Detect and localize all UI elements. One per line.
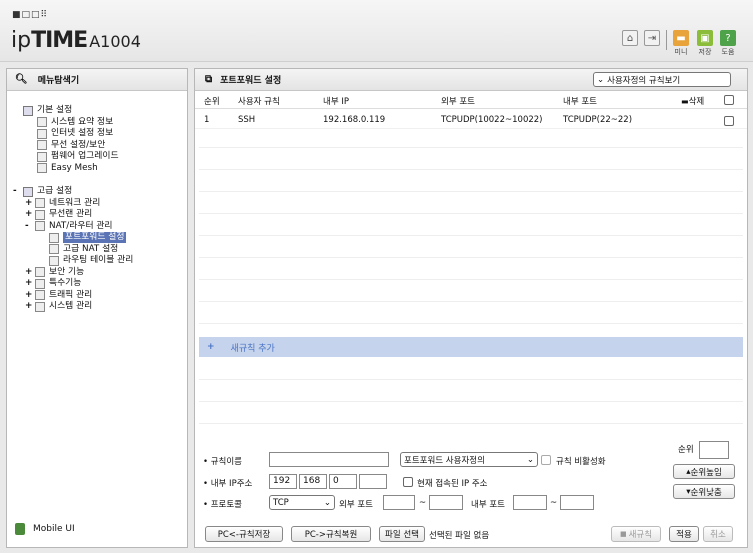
apply-button[interactable]: 적용: [669, 526, 699, 542]
mobile-ui-link[interactable]: Mobile UI: [15, 523, 75, 535]
tree-item-traffic[interactable]: + 트래픽 관리: [13, 290, 133, 302]
table-header: 순위 사용자 규칙 내부 IP 외부 포트 내부 포트 ▬삭제: [195, 92, 747, 109]
rule-name-input[interactable]: [269, 452, 389, 467]
ip-octet-1-input[interactable]: 192: [269, 474, 297, 489]
chevron-down-icon: ⌄: [323, 497, 331, 508]
rank-input[interactable]: [699, 441, 729, 459]
tree-item-advanced-settings[interactable]: - 고급 설정: [13, 186, 133, 198]
int-port-start-input[interactable]: [513, 495, 547, 510]
wireless-icon: [37, 140, 47, 151]
header-bar: ■□□⠿ ipTIME A1004 ⌂ ⇥ ▬ 미니 ▣ 저장 ? 도움: [0, 0, 753, 62]
rule-name-label: • 규칙이름: [203, 457, 242, 467]
toolbar-divider: [666, 30, 667, 50]
menu-explorer-header: 🔍︎ 메뉴탐색기: [7, 69, 187, 91]
disable-rule-checkbox[interactable]: [541, 455, 551, 465]
tree-item-system-summary[interactable]: 시스템 요약 정보: [13, 117, 133, 129]
logout-button[interactable]: ⇥: [644, 30, 660, 46]
ip-octet-3-input[interactable]: 0: [329, 474, 357, 489]
upgrade-icon: [37, 151, 47, 162]
page-icon: [49, 232, 59, 243]
menu-tree: 기본 설정 시스템 요약 정보 인터넷 설정 정보 무선 설정/보안 펌웨어 업…: [13, 105, 133, 313]
tree-item-routing-table[interactable]: 라우팅 테이블 관리: [13, 255, 133, 267]
help-button[interactable]: ? 도움: [720, 30, 736, 57]
page-icon: [49, 244, 59, 255]
chart-icon: [37, 117, 47, 128]
plus-icon: +: [207, 342, 215, 352]
lock-icon: [35, 267, 45, 278]
new-icon: ■: [619, 530, 627, 538]
model-name: A1004: [89, 32, 141, 51]
network-icon: [35, 198, 45, 209]
magnifier-icon: 🔍︎: [15, 74, 28, 85]
protocol-label: • 프로토콜: [203, 500, 242, 510]
tree-item-firmware-upgrade[interactable]: 펌웨어 업그레이드: [13, 151, 133, 163]
ext-port-start-input[interactable]: [383, 495, 415, 510]
mesh-icon: [37, 163, 47, 174]
ip-octet-2-input[interactable]: 168: [299, 474, 327, 489]
folder-advanced-icon: [23, 186, 33, 197]
help-icon: ?: [720, 30, 736, 46]
no-file-text: 선택된 파일 없음: [429, 531, 490, 541]
current-ip-checkbox[interactable]: [403, 477, 413, 487]
tree-item-security[interactable]: + 보안 기능: [13, 267, 133, 279]
tree-item-basic-settings[interactable]: 기본 설정: [13, 105, 133, 117]
mobile-icon: [15, 523, 25, 535]
chevron-down-icon: ⌄: [597, 74, 605, 85]
tree-item-system[interactable]: + 시스템 관리: [13, 301, 133, 313]
table-row[interactable]: 1 SSH 192.168.0.119 TCPUDP(10022~10022) …: [195, 113, 747, 129]
logout-icon: ⇥: [644, 30, 660, 46]
cancel-button[interactable]: 취소: [703, 526, 733, 542]
page-title: 포트포워드 설정: [220, 76, 282, 86]
system-icon: [35, 301, 45, 312]
menu-explorer-title: 메뉴탐색기: [37, 76, 80, 86]
rank-down-button[interactable]: ▾ 순위낮춤: [673, 484, 735, 499]
brand-dots-icon: ■□□⠿: [12, 10, 49, 20]
trash-icon: ▬: [681, 97, 689, 106]
ip-label: • 내부 IP주소: [203, 479, 253, 489]
ext-port-end-input[interactable]: [429, 495, 463, 510]
page-icon: [49, 255, 59, 266]
globe-icon: [37, 128, 47, 139]
add-rule-bar[interactable]: + 새규칙 추가: [199, 337, 743, 357]
new-rule-button[interactable]: ■ 새규칙: [611, 526, 661, 542]
home-icon: ⌂: [622, 30, 638, 46]
router-icon: [35, 221, 45, 232]
save-icon: ▣: [697, 30, 713, 46]
tree-item-wireless-security[interactable]: 무선 설정/보안: [13, 140, 133, 152]
delete-all-checkbox[interactable]: [724, 95, 734, 105]
tree-item-special[interactable]: + 특수기능: [13, 278, 133, 290]
save-button[interactable]: ▣ 저장: [697, 30, 713, 57]
chevron-down-icon: ⌄: [526, 454, 534, 465]
file-select-button[interactable]: 파일 선택: [379, 526, 425, 542]
brand-logo: ipTIME A1004: [11, 28, 141, 53]
window-icon: ⧉: [205, 74, 213, 85]
rank-up-button[interactable]: ▴ 순위높임: [673, 464, 735, 479]
tree-item-advanced-nat[interactable]: 고급 NAT 설정: [13, 244, 133, 256]
tree-item-internet-info[interactable]: 인터넷 설정 정보: [13, 128, 133, 140]
menu-explorer-panel: 🔍︎ 메뉴탐색기 기본 설정 시스템 요약 정보 인터넷 설정 정보 무선 설정…: [6, 68, 188, 548]
home-button[interactable]: ⌂: [622, 30, 638, 46]
wireless-icon: [35, 209, 45, 220]
tree-item-nat-router[interactable]: - NAT/라우터 관리: [13, 221, 133, 233]
tree-item-wireless[interactable]: + 무선랜 관리: [13, 209, 133, 221]
traffic-icon: [35, 290, 45, 301]
pc-restore-button[interactable]: PC->규칙복원: [291, 526, 371, 542]
tree-item-port-forward[interactable]: 포트포워드 설정: [13, 232, 133, 244]
special-icon: [35, 278, 45, 289]
int-port-end-input[interactable]: [560, 495, 594, 510]
tree-item-network[interactable]: + 네트워크 관리: [13, 198, 133, 210]
ip-octet-4-input[interactable]: [359, 474, 387, 489]
protocol-select[interactable]: TCP ⌄: [269, 495, 335, 510]
row-delete-checkbox[interactable]: [724, 116, 734, 126]
port-forward-panel: ⧉ 포트포워드 설정 ⌄ 사용자정의 규칙보기 순위 사용자 규칙 내부 IP …: [194, 68, 748, 548]
minimize-button[interactable]: ▬ 미니: [673, 30, 689, 57]
pc-save-button[interactable]: PC<-규칙저장: [205, 526, 283, 542]
folder-settings-icon: [23, 105, 33, 116]
tree-item-easy-mesh[interactable]: Easy Mesh: [13, 163, 133, 175]
minimize-icon: ▬: [673, 30, 689, 46]
rule-view-select[interactable]: ⌄ 사용자정의 규칙보기: [593, 72, 731, 87]
rule-preset-select[interactable]: 포트포워드 사용자정의 ⌄: [400, 452, 538, 467]
